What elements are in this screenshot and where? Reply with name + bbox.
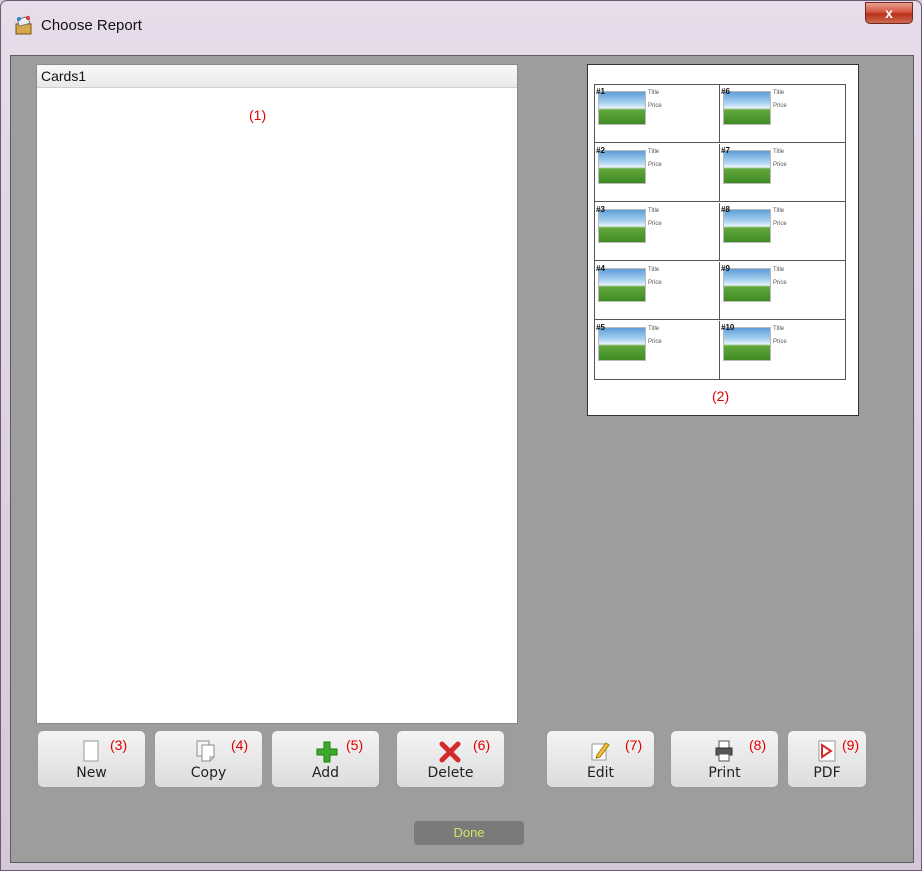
report-list[interactable]: Cards1 (1)	[36, 64, 518, 724]
card-number: #3	[596, 205, 605, 214]
document-icon	[83, 740, 99, 762]
card-price: Price	[773, 221, 787, 227]
done-button[interactable]: Done	[414, 821, 524, 845]
report-item-cards1[interactable]: Cards1	[41, 68, 86, 84]
card-price: Price	[648, 280, 662, 286]
print-button-label: Print	[708, 765, 741, 781]
printer-icon	[715, 740, 733, 762]
pdf-button[interactable]: (9) PDF	[787, 730, 867, 788]
card-number: #5	[596, 323, 605, 332]
card-number: #8	[721, 205, 730, 214]
card-title: Title	[648, 90, 660, 96]
edit-button[interactable]: (7) Edit	[546, 730, 655, 788]
marker-1: (1)	[249, 107, 267, 123]
marker-4: (4)	[231, 737, 249, 753]
preview-card: #3 Title Price	[595, 203, 720, 261]
choose-report-window: Choose Report x Cards1 (1) #1 Title Price #…	[0, 0, 922, 871]
marker-9: (9)	[842, 737, 860, 753]
card-number: #1	[596, 87, 605, 96]
close-button[interactable]: x	[865, 2, 913, 24]
pdf-icon	[818, 740, 836, 762]
card-price: Price	[648, 339, 662, 345]
card-landscape-image	[723, 209, 771, 243]
preview-card: #9 Title Price	[720, 262, 845, 320]
pdf-button-label: PDF	[813, 765, 841, 781]
new-button-label: New	[76, 765, 107, 781]
card-number: #7	[721, 146, 730, 155]
card-number: #10	[721, 323, 735, 332]
card-title: Title	[773, 267, 785, 273]
card-number: #4	[596, 264, 605, 273]
marker-2: (2)	[712, 388, 730, 404]
card-landscape-image	[723, 150, 771, 184]
preview-card: #7 Title Price	[720, 144, 845, 202]
marker-3: (3)	[110, 737, 128, 753]
delete-button-label: Delete	[427, 765, 474, 781]
card-landscape-image	[598, 91, 646, 125]
card-number: #9	[721, 264, 730, 273]
marker-7: (7)	[625, 737, 643, 753]
card-title: Title	[773, 326, 785, 332]
card-landscape-image	[598, 327, 646, 361]
close-icon: x	[885, 5, 893, 21]
card-price: Price	[648, 162, 662, 168]
card-price: Price	[773, 339, 787, 345]
print-button[interactable]: (8) Print	[670, 730, 779, 788]
delete-x-icon	[439, 741, 461, 763]
card-title: Title	[648, 149, 660, 155]
title-bar[interactable]: Choose Report x	[1, 1, 921, 55]
card-landscape-image	[598, 209, 646, 243]
preview-card: #8 Title Price	[720, 203, 845, 261]
add-button[interactable]: (5) Add	[271, 730, 380, 788]
card-title: Title	[773, 90, 785, 96]
preview-cards-grid: #1 Title Price #6 Title Price #2 Title Price #7 Ti…	[594, 84, 846, 380]
card-landscape-image	[598, 268, 646, 302]
card-title: Title	[773, 149, 785, 155]
copy-button[interactable]: (4) Copy	[154, 730, 263, 788]
marker-5: (5)	[346, 737, 364, 753]
delete-button[interactable]: (6) Delete	[396, 730, 505, 788]
card-title: Title	[648, 326, 660, 332]
card-landscape-image	[723, 91, 771, 125]
preview-card: #2 Title Price	[595, 144, 720, 202]
card-landscape-image	[723, 327, 771, 361]
card-landscape-image	[598, 150, 646, 184]
card-landscape-image	[723, 268, 771, 302]
app-icon	[15, 15, 32, 35]
preview-card: #1 Title Price	[595, 85, 720, 143]
plus-icon	[316, 741, 338, 763]
preview-card: #6 Title Price	[720, 85, 845, 143]
add-button-label: Add	[311, 765, 340, 781]
dialog-body: Cards1 (1) #1 Title Price #6 Title Price #2 Tit…	[10, 55, 914, 863]
new-button[interactable]: (3) New	[37, 730, 146, 788]
marker-8: (8)	[749, 737, 767, 753]
card-title: Title	[648, 208, 660, 214]
preview-card: #4 Title Price	[595, 262, 720, 320]
card-price: Price	[773, 103, 787, 109]
done-button-label: Done	[453, 825, 485, 840]
card-number: #6	[721, 87, 730, 96]
marker-6: (6)	[473, 737, 491, 753]
card-title: Title	[773, 208, 785, 214]
window-title: Choose Report	[41, 17, 142, 34]
copy-button-label: Copy	[190, 765, 227, 781]
report-preview: #1 Title Price #6 Title Price #2 Title Price #7 Ti…	[587, 64, 859, 416]
card-price: Price	[773, 162, 787, 168]
preview-card: #10 Title Price	[720, 321, 845, 379]
copy-icon	[196, 740, 215, 762]
edit-button-label: Edit	[586, 765, 615, 781]
preview-card: #5 Title Price	[595, 321, 720, 379]
card-number: #2	[596, 146, 605, 155]
card-price: Price	[648, 103, 662, 109]
pencil-icon	[591, 742, 610, 761]
list-header[interactable]: Cards1	[37, 65, 517, 88]
card-price: Price	[648, 221, 662, 227]
card-price: Price	[773, 280, 787, 286]
card-title: Title	[648, 267, 660, 273]
